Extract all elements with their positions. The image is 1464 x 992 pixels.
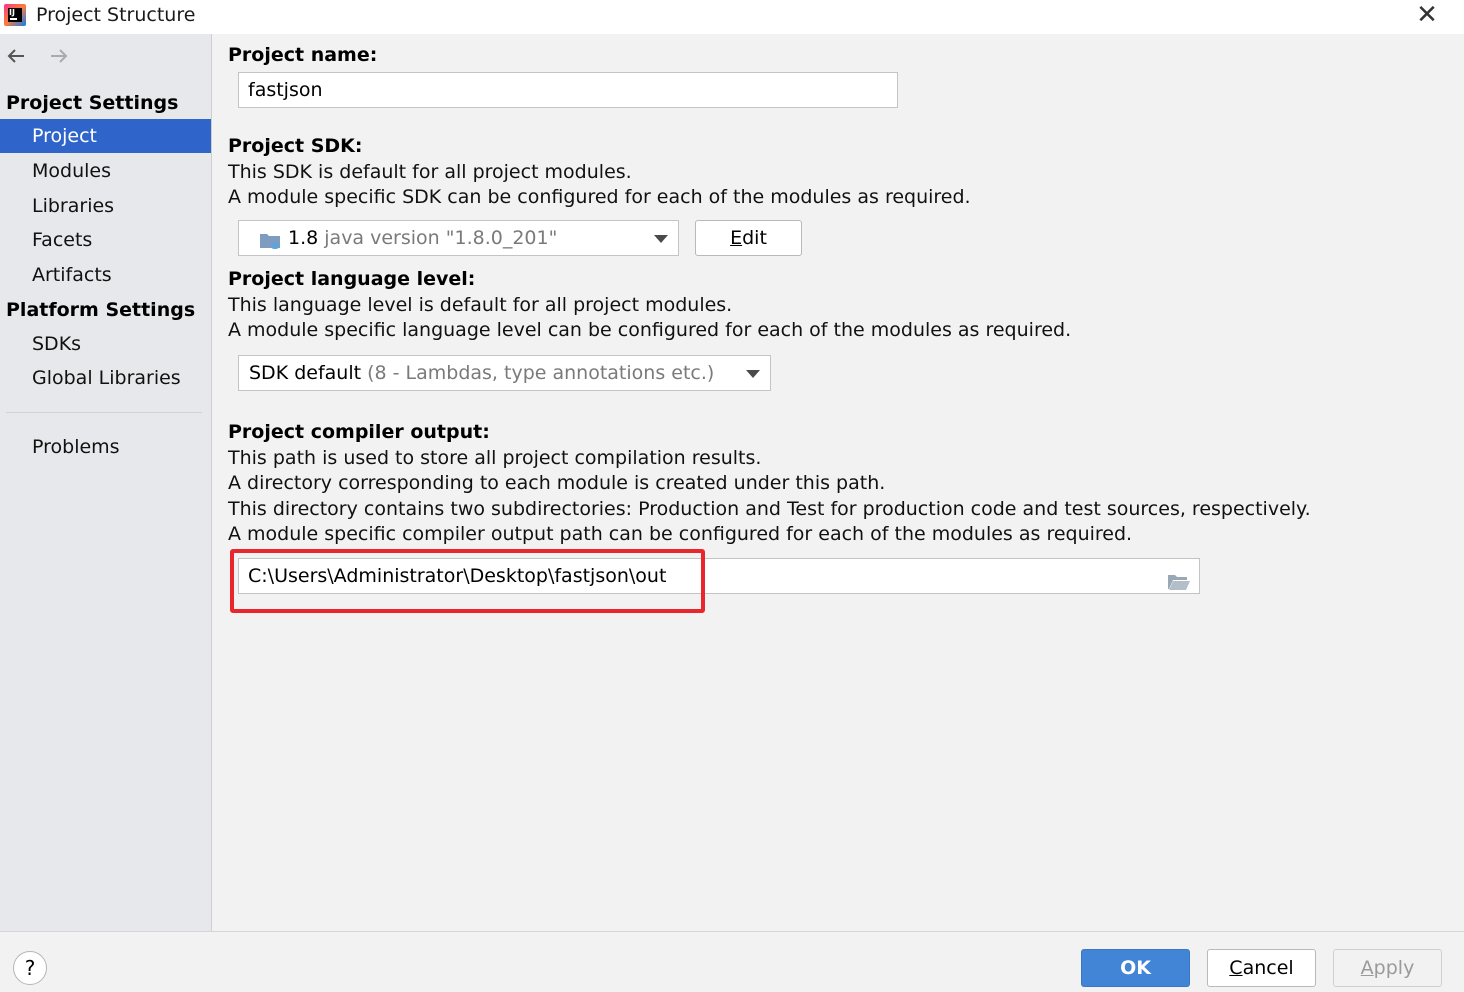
arrow-left-icon[interactable] <box>4 44 28 68</box>
compiler-output-desc-4: A module specific compiler output path c… <box>228 523 1133 545</box>
cancel-button[interactable]: Cancel <box>1207 949 1316 987</box>
help-button[interactable]: ? <box>13 951 47 985</box>
chevron-down-icon <box>746 370 760 378</box>
project-sdk-desc-1: This SDK is default for all project modu… <box>228 161 632 183</box>
sidebar-item-libraries[interactable]: Libraries <box>0 189 211 223</box>
ok-button[interactable]: OK <box>1081 949 1190 987</box>
window-title: Project Structure <box>36 4 196 26</box>
apply-button[interactable]: Apply <box>1333 949 1442 987</box>
sidebar-divider <box>6 412 202 413</box>
title-bar: IJ Project Structure ✕ <box>0 0 1464 34</box>
compiler-output-label: Project compiler output: <box>228 421 490 443</box>
sidebar: Project Settings Project Modules Librari… <box>0 34 212 931</box>
sidebar-item-global-libraries[interactable]: Global Libraries <box>0 361 211 395</box>
sdk-version-detail: java version "1.8.0_201" <box>324 227 558 249</box>
sdk-version: 1.8 <box>288 227 319 249</box>
sidebar-item-facets[interactable]: Facets <box>0 223 211 257</box>
language-level-desc-1: This language level is default for all p… <box>228 294 733 316</box>
main-panel: Project name: fastjson Project SDK: This… <box>213 34 1464 931</box>
sidebar-item-sdks[interactable]: SDKs <box>0 327 211 361</box>
language-level-dropdown[interactable]: SDK default (8 - Lambdas, type annotatio… <box>238 355 771 391</box>
project-sdk-label: Project SDK: <box>228 135 363 157</box>
sidebar-item-problems[interactable]: Problems <box>0 430 211 464</box>
edit-sdk-button[interactable]: Edit <box>695 220 802 256</box>
intellij-idea-icon: IJ <box>4 4 26 26</box>
language-level-desc-2: A module specific language level can be … <box>228 319 1072 341</box>
sidebar-item-project[interactable]: Project <box>0 119 211 153</box>
language-level-label: Project language level: <box>228 268 476 290</box>
project-name-label: Project name: <box>228 44 378 66</box>
folder-coffee-icon <box>259 228 283 249</box>
arrow-right-icon[interactable] <box>47 44 71 68</box>
compiler-output-desc-1: This path is used to store all project c… <box>228 447 762 469</box>
language-level-value: SDK default <box>249 362 362 384</box>
platform-settings-header: Platform Settings <box>6 299 196 321</box>
compiler-output-path-input[interactable]: C:\Users\Administrator\Desktop\fastjson\… <box>238 558 1200 594</box>
compiler-output-desc-2: A directory corresponding to each module… <box>228 472 886 494</box>
dialog-footer: ? OK Cancel Apply <box>0 931 1464 992</box>
chevron-down-icon <box>654 235 668 243</box>
close-icon[interactable]: ✕ <box>1416 2 1438 28</box>
nav-arrows <box>4 44 85 68</box>
compiler-output-desc-3: This directory contains two subdirectori… <box>228 498 1311 520</box>
language-level-detail: (8 - Lambdas, type annotations etc.) <box>367 362 715 384</box>
folder-open-icon[interactable] <box>1167 568 1191 590</box>
sidebar-item-artifacts[interactable]: Artifacts <box>0 258 211 292</box>
sidebar-item-modules[interactable]: Modules <box>0 154 211 188</box>
project-sdk-desc-2: A module specific SDK can be configured … <box>228 186 971 208</box>
project-sdk-dropdown[interactable]: 1.8 java version "1.8.0_201" <box>238 220 679 256</box>
project-name-input[interactable]: fastjson <box>238 72 898 108</box>
project-settings-header: Project Settings <box>6 92 179 114</box>
